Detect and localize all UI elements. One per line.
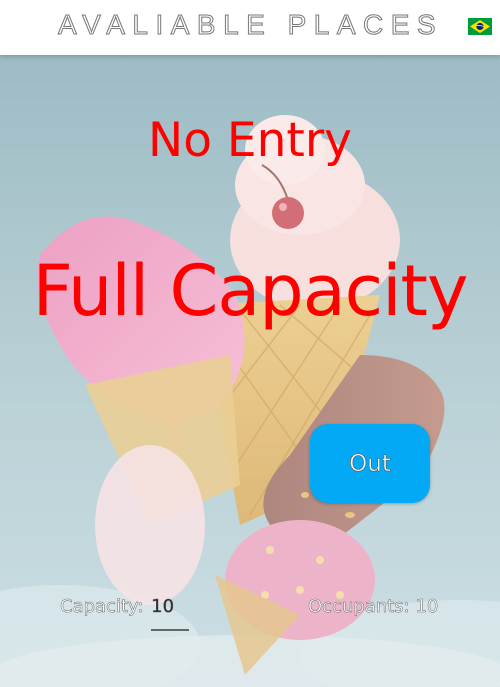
capacity-input[interactable]: [151, 596, 190, 631]
capacity-label: Capacity:: [60, 596, 144, 618]
brazil-flag-icon[interactable]: [468, 18, 492, 35]
out-button[interactable]: Out: [310, 424, 430, 503]
no-entry-label: No Entry: [148, 113, 352, 168]
full-capacity-label: Full Capacity: [32, 250, 469, 332]
main-content: No Entry Full Capacity Out Capacity: Occ…: [0, 55, 500, 687]
app-header: AVALIABLE PLACES: [0, 0, 500, 55]
page-title: AVALIABLE PLACES: [57, 9, 444, 41]
occupants-label: Occupants:: [308, 596, 410, 618]
occupants-value: 10: [415, 596, 439, 618]
capacity-field-group: Capacity:: [60, 596, 190, 631]
occupants-display: Occupants: 10: [308, 596, 439, 618]
